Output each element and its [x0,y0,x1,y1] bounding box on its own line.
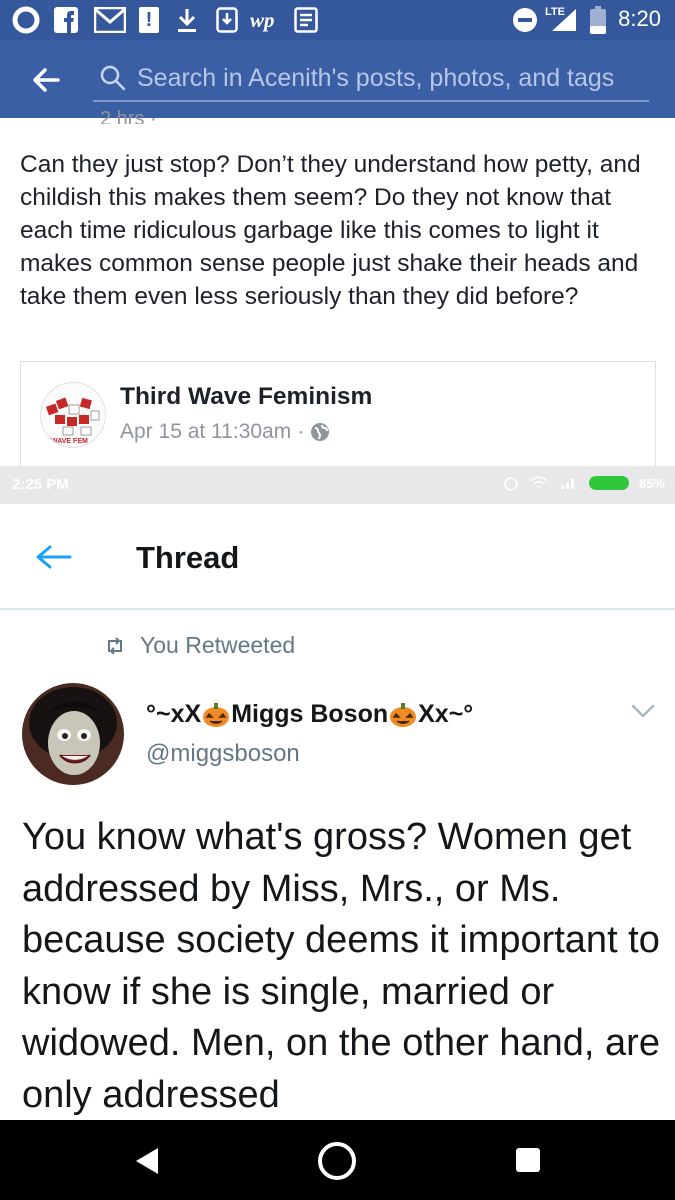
shared-post-meta: Apr 15 at 11:30am · [120,420,330,444]
name-suffix: Xx~° [418,700,474,728]
download-icon [176,7,198,33]
name-main: Miggs Boson [231,700,389,728]
thread-header: Thread [0,504,675,610]
tweet-text: You know what's gross? Women get address… [22,816,660,1116]
tweet-author-handle[interactable]: @miggsboson [146,740,300,768]
gmail-icon [94,7,126,33]
battery-icon [590,6,606,34]
page-logo-image: WAVE FEM [45,397,100,445]
search-input[interactable] [137,62,643,94]
post-text: Can they just stop? Don’t they understan… [20,151,641,310]
shared-page-name[interactable]: Third Wave Feminism [120,383,372,411]
download-box-icon [216,7,238,33]
retweet-icon [108,636,122,655]
tweet-author-name[interactable]: °~xX Miggs Boson Xx~° [146,700,473,729]
back-arrow-icon[interactable] [30,64,62,96]
globe-icon [311,423,330,441]
nav-home-button[interactable] [318,1142,356,1180]
avatar[interactable] [22,683,124,785]
shared-post-card[interactable]: WAVE FEM Third Wave Feminism Apr 15 at 1… [20,361,656,471]
shared-post-time: Apr 15 at 11:30am [120,420,292,443]
page-logo-text: WAVE FEM [51,438,88,445]
status-time: 8:20 [618,6,661,31]
pumpkin-icon [203,702,230,727]
search-bar[interactable] [93,56,649,102]
signal-icon [550,7,578,33]
embedded-status-icons: 85% [503,475,665,491]
embedded-status-time: 2:25 PM [12,476,69,493]
embedded-status-bar: 2:25 PM 85% [0,466,675,504]
washington-post-icon: wp [250,7,275,32]
battery-level-icon [588,476,629,490]
search-header [0,40,675,118]
pumpkin-icon [390,702,417,727]
embedded-battery-percent: 85% [638,475,665,491]
nav-back-icon[interactable] [134,1146,160,1176]
signal-bars-icon [560,479,574,489]
opera-icon [12,6,40,34]
navigation-bar [0,1120,675,1200]
retweet-label: You Retweeted [140,632,296,658]
alert-icon: ! [139,7,159,33]
facebook-icon [54,7,78,33]
twitter-back-icon[interactable] [34,542,72,572]
post-time-label: 2 hrs · [100,108,157,124]
retweet-context: You Retweeted [104,632,295,659]
name-prefix: °~xX [146,700,202,728]
meta-separator: · [297,420,305,443]
nav-recents-button[interactable] [516,1148,540,1172]
status-bar: ! wp LTE 8:20 [0,0,675,40]
alarm-icon [504,477,518,491]
do-not-disturb-icon [512,7,538,33]
news-icon [294,7,318,33]
page-logo[interactable]: WAVE FEM [40,382,106,448]
avatar-image [22,683,124,785]
wifi-icon [530,476,548,488]
search-icon [100,65,126,91]
thread-title: Thread [136,540,240,575]
chevron-down-icon[interactable] [630,702,656,720]
post-timestamp: 2 hrs · [100,108,157,124]
